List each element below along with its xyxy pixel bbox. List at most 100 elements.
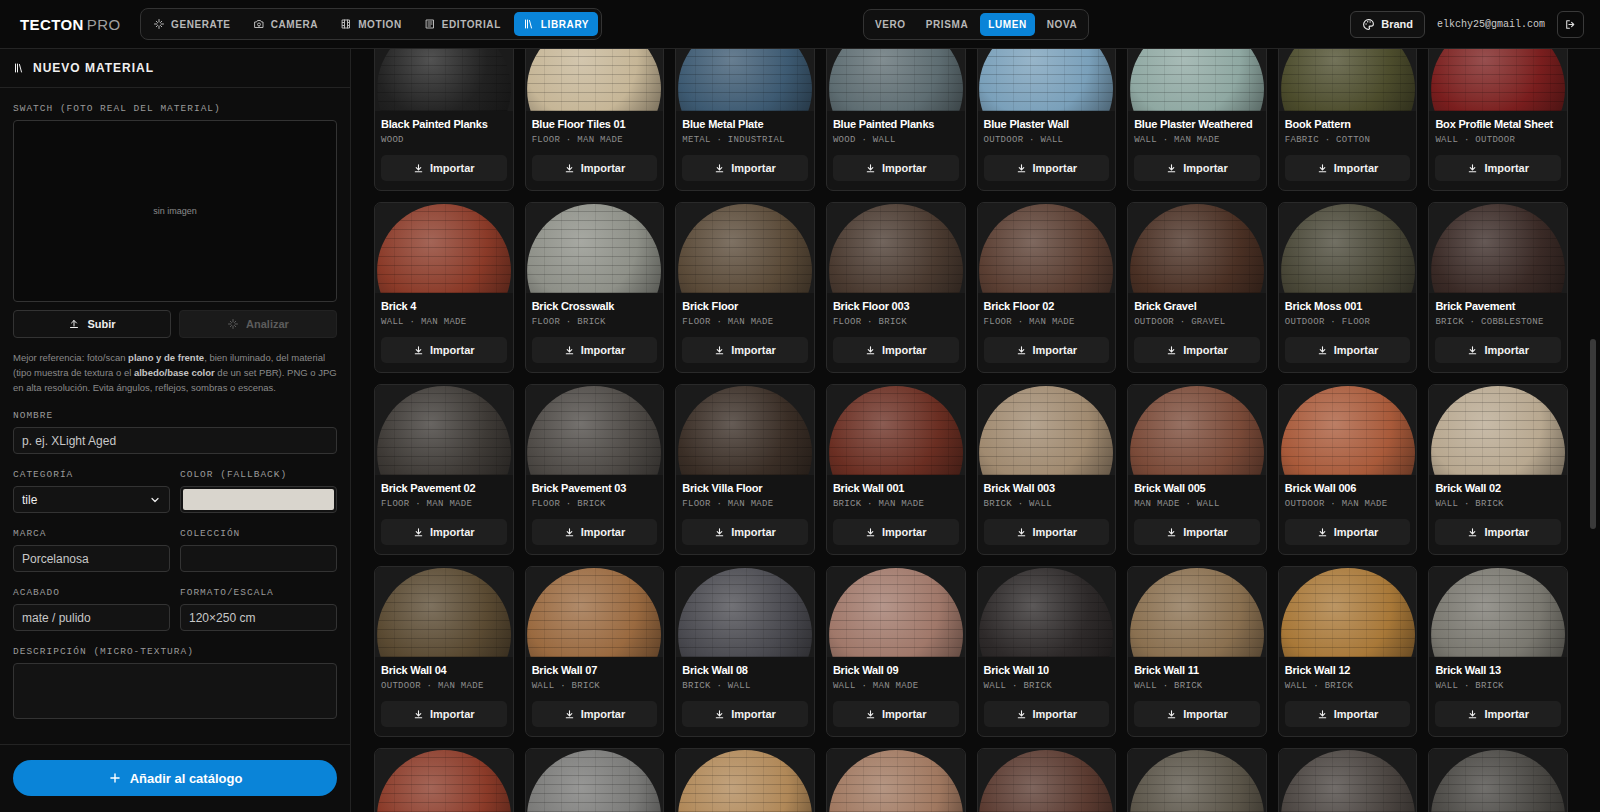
import-button[interactable]: Importar — [984, 337, 1110, 363]
material-card[interactable]: Brick Wall 10WALL · BRICKImportar — [977, 566, 1117, 737]
import-button[interactable]: Importar — [1134, 155, 1260, 181]
category-select[interactable]: tile — [13, 486, 170, 513]
nav-tab[interactable]: EDITORIAL — [415, 12, 510, 36]
logout-button[interactable] — [1557, 11, 1584, 38]
logo[interactable]: TECTONPRO — [20, 16, 140, 33]
import-button[interactable]: Importar — [682, 701, 808, 727]
material-card[interactable]: Brick Wall 005MAN MADE · WALLImportar — [1127, 384, 1267, 555]
import-button[interactable]: Importar — [1435, 519, 1561, 545]
material-card[interactable] — [826, 748, 966, 812]
brand-button[interactable]: Brand — [1350, 11, 1425, 38]
import-button[interactable]: Importar — [1435, 155, 1561, 181]
import-button[interactable]: Importar — [1134, 337, 1260, 363]
mode-option[interactable]: VERO — [867, 13, 914, 36]
material-card[interactable]: Brick Wall 003BRICK · WALLImportar — [977, 384, 1117, 555]
text-input[interactable] — [180, 545, 337, 572]
import-button[interactable]: Importar — [1285, 519, 1411, 545]
import-button[interactable]: Importar — [1435, 701, 1561, 727]
import-button[interactable]: Importar — [833, 519, 959, 545]
import-button[interactable]: Importar — [532, 155, 658, 181]
import-button[interactable]: Importar — [1285, 701, 1411, 727]
material-card[interactable]: Blue Painted PlanksWOOD · WALLImportar — [826, 49, 966, 191]
import-button[interactable]: Importar — [381, 155, 507, 181]
import-button[interactable]: Importar — [381, 519, 507, 545]
add-to-catalog-button[interactable]: Añadir al catálogo — [13, 760, 337, 796]
import-button[interactable]: Importar — [833, 155, 959, 181]
material-tags: FABRIC · COTTON — [1285, 134, 1411, 147]
field-label: DESCRIPCIÓN (MICRO-TEXTURA) — [13, 646, 337, 657]
import-button[interactable]: Importar — [532, 337, 658, 363]
material-card[interactable]: Black Painted PlanksWOODImportar — [374, 49, 514, 191]
material-card[interactable]: Blue Metal PlateMETAL · INDUSTRIALImport… — [675, 49, 815, 191]
import-button[interactable]: Importar — [1285, 337, 1411, 363]
material-card[interactable]: Brick Wall 11WALL · BRICKImportar — [1127, 566, 1267, 737]
import-button[interactable]: Importar — [381, 337, 507, 363]
text-input[interactable] — [180, 604, 337, 631]
material-card[interactable]: Brick GravelOUTDOOR · GRAVELImportar — [1127, 202, 1267, 373]
material-card[interactable]: Brick Wall 08BRICK · WALLImportar — [675, 566, 815, 737]
material-card[interactable] — [1278, 748, 1418, 812]
import-button[interactable]: Importar — [532, 519, 658, 545]
nav-tab[interactable]: MOTION — [331, 12, 411, 36]
text-input[interactable] — [13, 427, 337, 454]
material-card[interactable]: Brick Wall 001BRICK · MAN MADEImportar — [826, 384, 966, 555]
color-picker[interactable] — [180, 486, 337, 513]
text-input[interactable] — [13, 604, 170, 631]
material-card[interactable]: Brick Wall 006OUTDOOR · MAN MADEImportar — [1278, 384, 1418, 555]
scrollbar-thumb[interactable] — [1590, 339, 1596, 529]
material-card[interactable]: Brick Floor 02FLOOR · MAN MADEImportar — [977, 202, 1117, 373]
nav-tab[interactable]: CAMERA — [244, 12, 328, 36]
import-button[interactable]: Importar — [682, 519, 808, 545]
material-card[interactable] — [977, 748, 1117, 812]
import-button[interactable]: Importar — [1134, 519, 1260, 545]
material-card[interactable] — [675, 748, 815, 812]
material-card[interactable]: Brick Wall 13WALL · BRICKImportar — [1428, 566, 1568, 737]
material-card[interactable]: Book PatternFABRIC · COTTONImportar — [1278, 49, 1418, 191]
material-card[interactable]: Brick Moss 001OUTDOOR · FLOORImportar — [1278, 202, 1418, 373]
material-card[interactable] — [1428, 748, 1568, 812]
import-button[interactable]: Importar — [682, 155, 808, 181]
material-card[interactable]: Brick CrosswalkFLOOR · BRICKImportar — [525, 202, 665, 373]
material-card[interactable]: Box Profile Metal SheetWALL · OUTDOORImp… — [1428, 49, 1568, 191]
import-button[interactable]: Importar — [1134, 701, 1260, 727]
import-button[interactable]: Importar — [1435, 337, 1561, 363]
material-card[interactable] — [374, 748, 514, 812]
material-card[interactable]: Blue Floor Tiles 01FLOOR · MAN MADEImpor… — [525, 49, 665, 191]
material-card[interactable] — [1127, 748, 1267, 812]
import-button[interactable]: Importar — [381, 701, 507, 727]
material-card[interactable]: Brick Floor 003FLOOR · BRICKImportar — [826, 202, 966, 373]
material-card[interactable]: Blue Plaster WallOUTDOOR · WALLImportar — [977, 49, 1117, 191]
material-card[interactable] — [525, 748, 665, 812]
import-button[interactable]: Importar — [682, 337, 808, 363]
material-card[interactable]: Brick PavementBRICK · COBBLESTONEImporta… — [1428, 202, 1568, 373]
nav-tab[interactable]: GENERATE — [144, 12, 240, 36]
material-card[interactable]: Brick Wall 04OUTDOOR · MAN MADEImportar — [374, 566, 514, 737]
text-input[interactable] — [13, 545, 170, 572]
material-card[interactable]: Brick Wall 02WALL · BRICKImportar — [1428, 384, 1568, 555]
material-card[interactable]: Brick Pavement 03FLOOR · BRICKImportar — [525, 384, 665, 555]
material-card[interactable]: Brick Wall 07WALL · BRICKImportar — [525, 566, 665, 737]
import-button[interactable]: Importar — [833, 701, 959, 727]
analyze-button[interactable]: Analizar — [179, 310, 337, 338]
material-card[interactable]: Brick FloorFLOOR · MAN MADEImportar — [675, 202, 815, 373]
mode-option[interactable]: NOVA — [1039, 13, 1086, 36]
upload-button[interactable]: Subir — [13, 310, 171, 338]
material-card[interactable]: Brick Wall 12WALL · BRICKImportar — [1278, 566, 1418, 737]
material-card[interactable]: Brick Pavement 02FLOOR · MAN MADEImporta… — [374, 384, 514, 555]
import-button[interactable]: Importar — [984, 519, 1110, 545]
mode-option[interactable]: PRISMA — [918, 13, 977, 36]
description-textarea[interactable] — [13, 663, 337, 719]
import-button[interactable]: Importar — [1285, 155, 1411, 181]
material-card[interactable]: Blue Plaster WeatheredWALL · MAN MADEImp… — [1127, 49, 1267, 191]
import-button[interactable]: Importar — [833, 337, 959, 363]
swatch-dropzone[interactable]: sin imagen — [13, 120, 337, 302]
import-button[interactable]: Importar — [984, 155, 1110, 181]
nav-tab[interactable]: LIBRARY — [514, 12, 598, 36]
import-button-label: Importar — [1183, 526, 1228, 538]
mode-option[interactable]: LUMEN — [980, 13, 1035, 36]
material-card[interactable]: Brick Wall 09WALL · MAN MADEImportar — [826, 566, 966, 737]
material-card[interactable]: Brick Villa FloorFLOOR · MAN MADEImporta… — [675, 384, 815, 555]
import-button[interactable]: Importar — [532, 701, 658, 727]
material-card[interactable]: Brick 4WALL · MAN MADEImportar — [374, 202, 514, 373]
import-button[interactable]: Importar — [984, 701, 1110, 727]
